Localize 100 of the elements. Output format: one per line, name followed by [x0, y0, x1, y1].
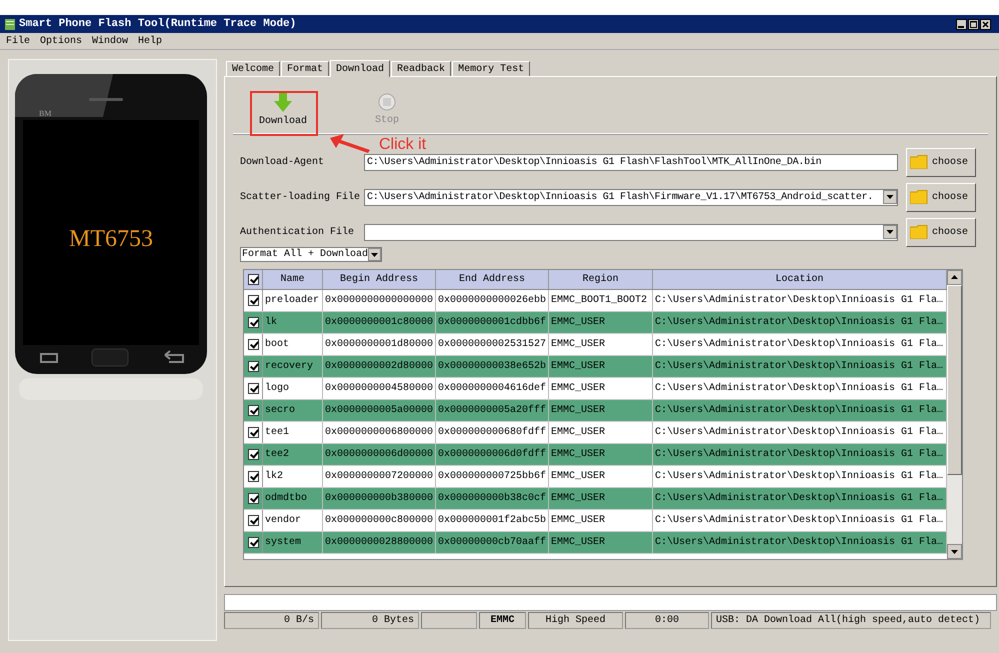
table-cell: EMMC_USER: [549, 334, 653, 355]
mode-dropdown[interactable]: Format All + Download: [240, 247, 382, 262]
file-path-combo[interactable]: C:\Users\Administrator\Desktop\Innioasis G1 Flash\Firmware_V1.17\MT6753_Android_scatter.: [364, 188, 898, 206]
file-path-field[interactable]: C:\Users\Administrator\Desktop\Innioasis G1 Flash\FlashTool\MTK_AllInOne_DA.bin: [364, 154, 898, 170]
file-path-combo[interactable]: [364, 224, 898, 240]
menu-item[interactable]: Options: [40, 36, 82, 46]
table-cell: EMMC_USER: [549, 312, 653, 333]
row-checkbox[interactable]: [248, 493, 258, 504]
table-cell: 0x0000000007200000: [323, 466, 436, 487]
table-cell: 0x0000000004580000: [323, 378, 436, 399]
select-all-checkbox[interactable]: [248, 274, 258, 285]
table-cell: 0x0000000006800000: [323, 422, 436, 443]
folder-icon: [910, 190, 928, 204]
table-cell: 0x0000000004616def: [436, 378, 549, 399]
table-cell: 0x00000000038e652b: [436, 356, 549, 377]
row-checkbox[interactable]: [248, 405, 258, 416]
table-cell: system: [263, 532, 323, 553]
stop-icon: [378, 92, 396, 110]
table-cell: EMMC_USER: [549, 400, 653, 421]
close-icon[interactable]: [980, 18, 991, 30]
download-arrow-icon: [274, 92, 292, 112]
highlight-frame: [250, 91, 318, 136]
row-checkbox[interactable]: [248, 471, 258, 482]
column-header[interactable]: Name: [263, 270, 323, 289]
table-cell: 0x000000000b38c0cf: [436, 488, 549, 509]
table-cell: odmdtbo: [263, 488, 323, 509]
table-cell: 0x0000000001cdbb6f: [436, 312, 549, 333]
status-text: 0:00: [625, 612, 709, 629]
tab[interactable]: Readback: [391, 61, 452, 76]
table-cell: 0x0000000002d80000: [323, 356, 436, 377]
table-cell: lk: [263, 312, 323, 333]
brand-label: BM: [39, 109, 52, 118]
choose-button[interactable]: choose: [906, 218, 976, 246]
field-label: Scatter-loading File: [240, 192, 362, 202]
table-cell: EMMC_USER: [549, 466, 653, 487]
scrollbar[interactable]: [947, 270, 962, 559]
table-cell: vendor: [263, 510, 323, 531]
status-panel: [421, 612, 477, 629]
table-cell: tee1: [263, 422, 323, 443]
annotation-text: Click it: [379, 136, 426, 154]
table-cell: recovery: [263, 356, 323, 377]
table-cell: 0x000000001f2abc5b: [436, 510, 549, 531]
table-cell: 0x00000000cb70aaff: [436, 532, 549, 553]
scroll-down-icon[interactable]: [947, 544, 962, 559]
table-cell: 0x000000000c800000: [323, 510, 436, 531]
table-cell: secro: [263, 400, 323, 421]
table-cell: 0x0000000006d0fdff: [436, 444, 549, 465]
menu-item[interactable]: Help: [138, 36, 162, 46]
table-cell: 0x0000000000026ebb: [436, 290, 549, 311]
table-cell: 0x0000000001d80000: [323, 334, 436, 355]
column-header[interactable]: Region: [549, 270, 653, 289]
table-cell: 0x0000000000000000: [323, 290, 436, 311]
menu-item[interactable]: Window: [92, 36, 128, 46]
row-checkbox[interactable]: [248, 383, 258, 394]
pointer-arrow: [330, 134, 370, 153]
folder-icon: [910, 155, 928, 169]
tab[interactable]: Memory Test: [452, 61, 530, 76]
row-checkbox[interactable]: [248, 427, 258, 438]
scroll-thumb[interactable]: [947, 285, 962, 475]
row-checkbox[interactable]: [248, 317, 258, 328]
table-cell: 0x000000000b380000: [323, 488, 436, 509]
field-label: Download-Agent: [240, 156, 326, 168]
status-text: High Speed: [528, 612, 623, 629]
row-checkbox[interactable]: [248, 537, 258, 548]
row-checkbox[interactable]: [248, 339, 258, 350]
table-cell: EMMC_USER: [549, 510, 653, 531]
status-text: 0 Bytes: [321, 612, 419, 629]
row-checkbox[interactable]: [248, 361, 258, 372]
row-checkbox[interactable]: [248, 295, 258, 306]
choose-button[interactable]: choose: [906, 148, 976, 176]
table-cell: 0x0000000005a20fff: [436, 400, 549, 421]
table-cell: 0x000000000680fdff: [436, 422, 549, 443]
row-checkbox[interactable]: [248, 449, 258, 460]
tab[interactable]: Download: [330, 60, 390, 77]
table-cell: 0x0000000005a00000: [323, 400, 436, 421]
status-text: USB: DA Download All(high speed,auto detect): [711, 612, 991, 629]
table-cell: lk2: [263, 466, 323, 487]
table-cell: tee2: [263, 444, 323, 465]
table-cell: 0x0000000001c80000: [323, 312, 436, 333]
folder-icon: [910, 225, 928, 239]
window-title: Smart Phone Flash Tool(Runtime Trace Mode): [19, 18, 296, 30]
maximize-icon[interactable]: [968, 18, 979, 30]
column-header[interactable]: Begin Address: [323, 270, 436, 289]
table-cell: preloader: [263, 290, 323, 311]
tab[interactable]: Welcome: [226, 61, 280, 76]
tab[interactable]: Format: [281, 61, 330, 76]
status-text: EMMC: [479, 612, 526, 629]
choose-button[interactable]: choose: [906, 182, 976, 212]
chip-model-label: MT6753: [69, 226, 153, 252]
scroll-up-icon[interactable]: [947, 270, 962, 285]
table-cell: boot: [263, 334, 323, 355]
table-cell: EMMC_USER: [549, 422, 653, 443]
table-cell: EMMC_USER: [549, 532, 653, 553]
table-cell: EMMC_USER: [549, 378, 653, 399]
menu-item[interactable]: File: [6, 36, 30, 46]
table-cell: EMMC_USER: [549, 488, 653, 509]
row-checkbox[interactable]: [248, 515, 258, 526]
minimize-icon[interactable]: [956, 18, 967, 30]
status-text: 0 B/s: [224, 612, 319, 629]
column-header[interactable]: End Address: [436, 270, 549, 289]
